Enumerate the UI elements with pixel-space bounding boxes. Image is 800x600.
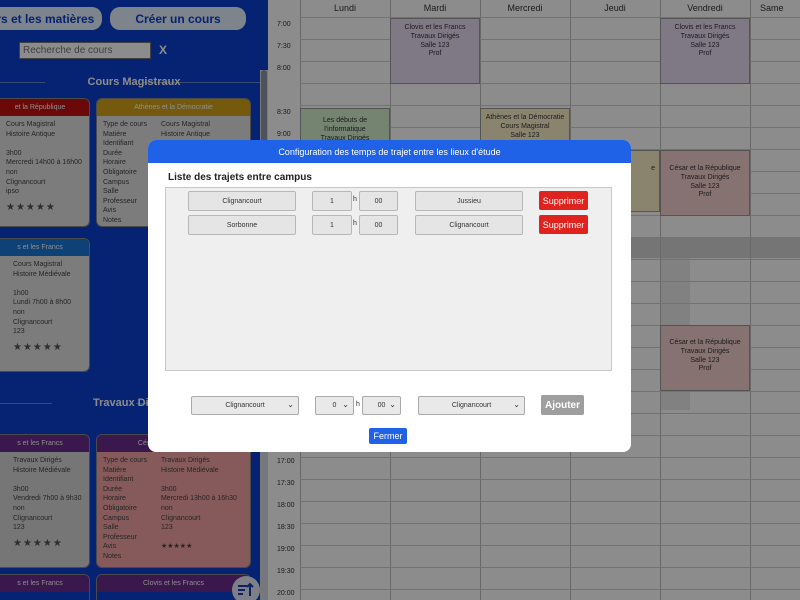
hours-unit-label: h [356,401,360,408]
route-row: Sorbonne 1 h 00 Clignancourt Supprimer [166,215,611,235]
chevron-down-icon: ⌄ [342,400,349,409]
route-list: Clignancourt 1 h 00 Jussieu Supprimer So… [165,187,612,371]
add-route-button[interactable]: Ajouter [541,395,584,415]
add-hours-select[interactable]: 0 ⌄ [315,396,354,415]
route-to-field[interactable]: Clignancourt [415,215,523,235]
add-to-campus-value: Clignancourt [451,402,492,409]
chevron-down-icon: ⌄ [513,400,520,409]
route-from-field[interactable]: Sorbonne [188,215,296,235]
add-hours-value: 0 [332,402,337,409]
chevron-down-icon: ⌄ [287,400,294,409]
add-minutes-select[interactable]: 00 ⌄ [362,396,401,415]
travel-time-modal: Configuration des temps de trajet entre … [148,140,631,452]
route-minutes-field[interactable]: 00 [359,191,398,211]
route-list-title: Liste des trajets entre campus [168,172,312,183]
add-minutes-value: 00 [377,402,386,409]
delete-route-button[interactable]: Supprimer [539,191,588,210]
delete-route-button[interactable]: Supprimer [539,215,588,234]
route-minutes-field[interactable]: 00 [359,215,398,235]
route-from-field[interactable]: Clignancourt [188,191,296,211]
chevron-down-icon: ⌄ [389,400,396,409]
hours-unit-label: h [353,196,357,203]
modal-title: Configuration des temps de trajet entre … [148,140,631,163]
close-modal-button[interactable]: Fermer [369,428,407,444]
hours-unit-label: h [353,220,357,227]
add-from-campus-value: Clignancourt [225,402,265,409]
route-hours-field[interactable]: 1 [312,215,352,235]
route-to-field[interactable]: Jussieu [415,191,523,211]
route-hours-field[interactable]: 1 [312,191,352,211]
route-row: Clignancourt 1 h 00 Jussieu Supprimer [166,191,611,211]
add-to-campus-select[interactable]: Clignancourt ⌄ [418,396,525,415]
add-from-campus-select[interactable]: Clignancourt ⌄ [191,396,299,415]
